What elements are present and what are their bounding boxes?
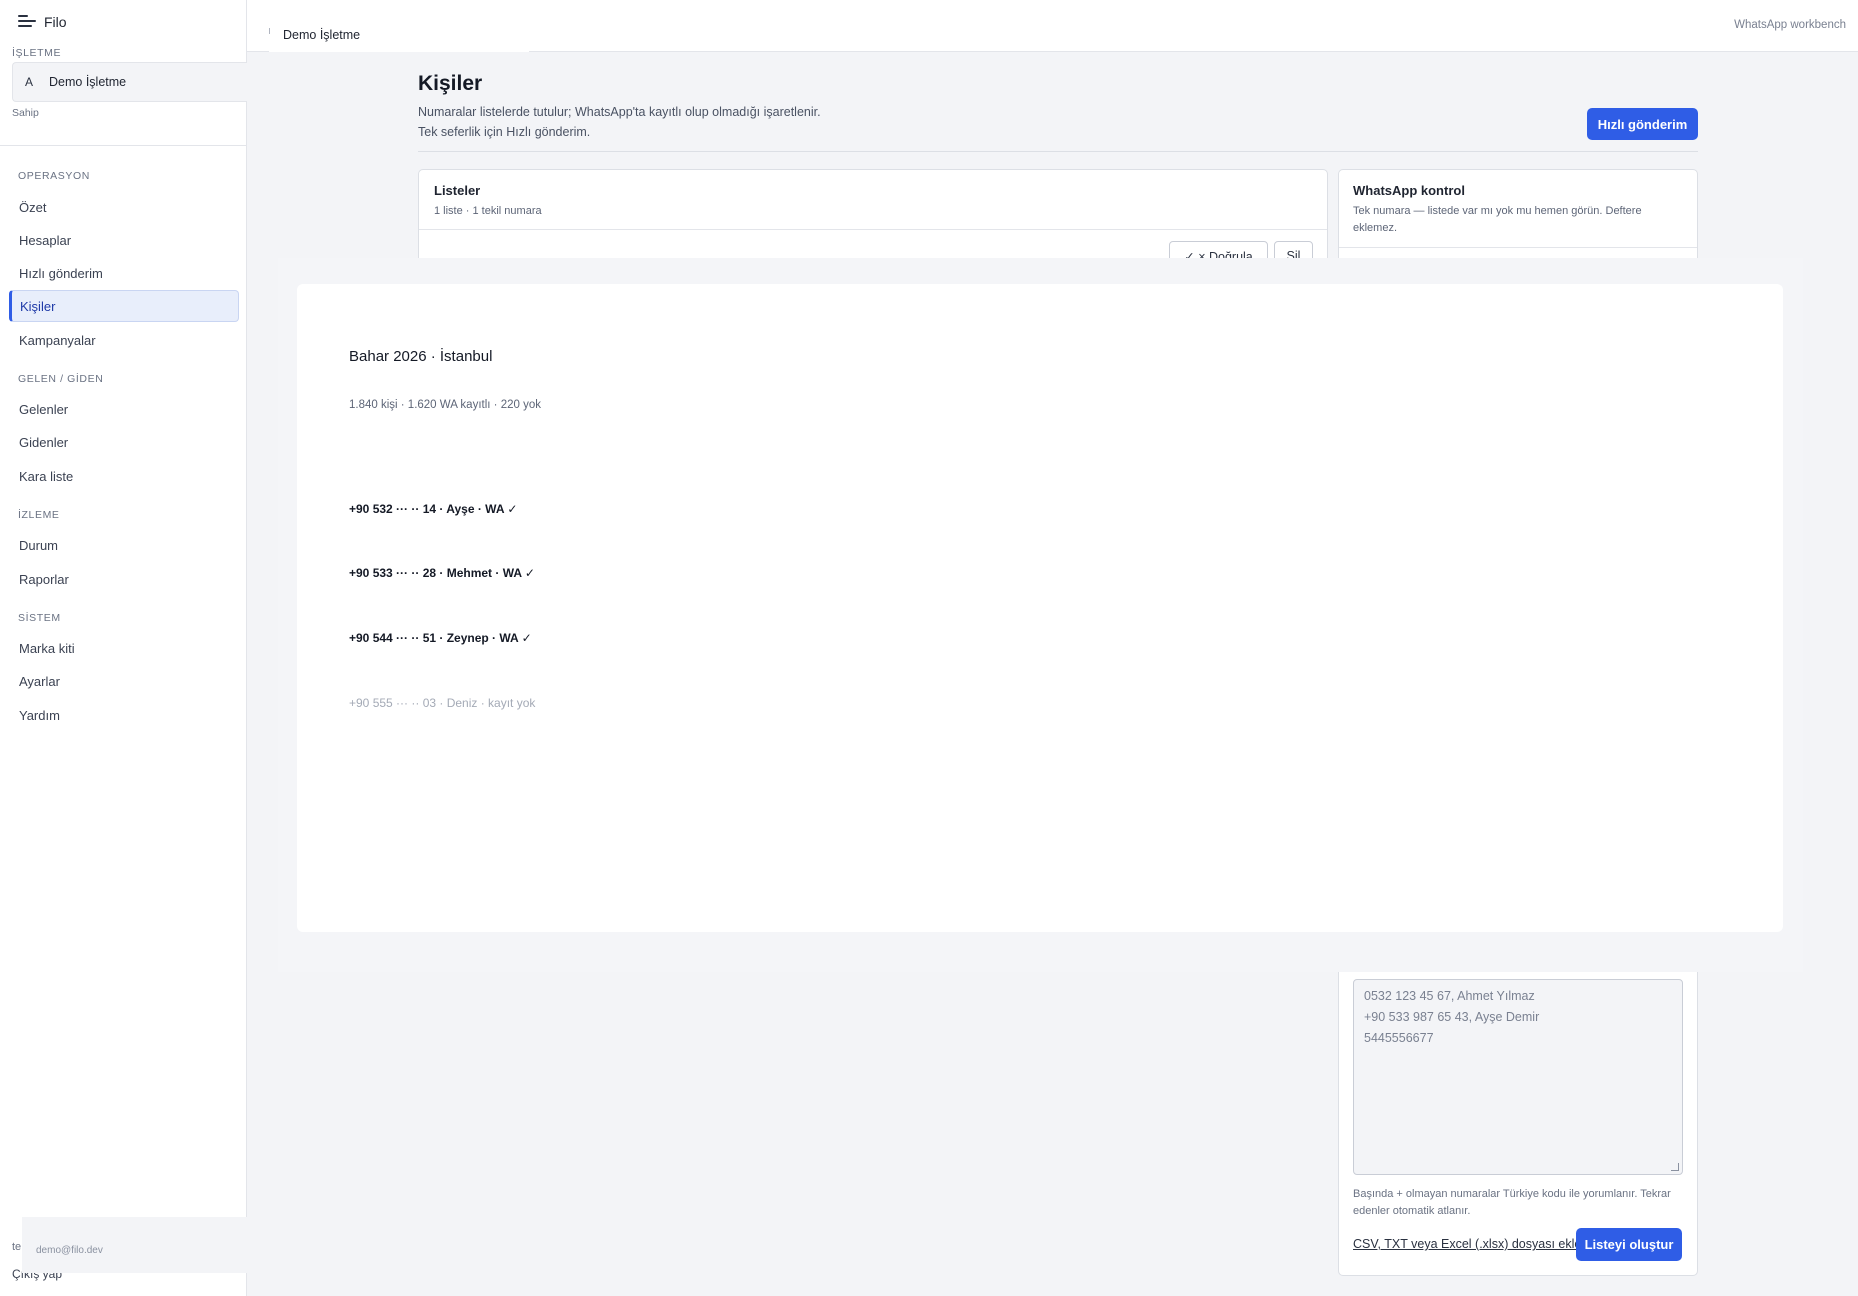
nav-group-operasyon: OPERASYON	[18, 170, 90, 182]
header-divider	[418, 151, 1698, 152]
brand-name: Filo	[44, 14, 67, 30]
tab-demo-isletme[interactable]: Demo İşletme	[269, 18, 529, 52]
resize-handle-icon[interactable]	[1671, 1163, 1679, 1171]
menu-icon[interactable]	[18, 15, 36, 29]
textarea-placeholder-line-2: +90 533 987 65 43, Ayşe Demir	[1364, 1010, 1540, 1024]
sidebar-item-hesaplar[interactable]: Hesaplar	[9, 224, 239, 256]
sidebar-item-kisiler[interactable]: Kişiler	[9, 290, 239, 322]
numbers-hint: Başında + olmayan numaralar Türkiye kodu…	[1353, 1188, 1671, 1217]
page-title: Kişiler	[418, 72, 483, 95]
sidebar-item-gelenler[interactable]: Gelenler	[9, 393, 239, 425]
contact-row: +90 544 ··· ·· 51 · Zeynep · WA ✓	[349, 631, 532, 645]
page-subtitle: Numaralar listelerde tutulur; WhatsApp't…	[418, 102, 938, 142]
brand[interactable]: Filo	[18, 14, 67, 30]
whatsapp-check-title: WhatsApp kontrol	[1353, 183, 1465, 198]
sidebar-item-raporlar[interactable]: Raporlar	[9, 563, 239, 595]
textarea-placeholder-line-1: 0532 123 45 67, Ahmet Yılmaz	[1364, 989, 1535, 1003]
sidebar-item-kampanyalar[interactable]: Kampanyalar	[9, 324, 239, 356]
sidebar: Filo İŞLETME A Demo İşletme Sahip OPERAS…	[0, 0, 247, 1296]
sidebar-item-gidenler[interactable]: Gidenler	[9, 426, 239, 458]
modal-stats: 1.840 kişi · 1.620 WA kayıtlı · 220 yok	[349, 399, 541, 411]
contact-row: +90 555 ··· ·· 03 · Deniz · kayıt yok	[349, 696, 536, 710]
business-switcher[interactable]: A Demo İşletme	[12, 62, 247, 102]
nav-group-gelen-giden: GELEN / GİDEN	[18, 373, 104, 385]
sidebar-item-durum[interactable]: Durum	[9, 529, 239, 561]
page-subtitle-line-2: Tek seferlik için Hızlı gönderim.	[418, 125, 591, 139]
sidebar-divider	[0, 145, 247, 146]
sidebar-item-ozet[interactable]: Özet	[9, 191, 239, 223]
numbers-textarea[interactable]: 0532 123 45 67, Ahmet Yılmaz +90 533 987…	[1353, 979, 1683, 1175]
lists-card-title: Listeler	[434, 183, 481, 198]
nav-group-sistem: SİSTEM	[18, 612, 61, 624]
textarea-placeholder-line-3: 5445556677	[1364, 1031, 1434, 1045]
nav-group-izleme: İZLEME	[18, 509, 60, 521]
sidebar-item-yardim[interactable]: Yardım	[9, 699, 239, 731]
user-prefix: te	[12, 1241, 22, 1253]
business-avatar: A	[25, 75, 34, 89]
create-list-button[interactable]: Listeyi oluştur	[1576, 1228, 1682, 1261]
lists-card-divider	[419, 229, 1327, 230]
business-name: Demo İşletme	[49, 75, 127, 89]
sidebar-item-marka-kiti[interactable]: Marka kiti	[9, 632, 239, 664]
list-detail-modal	[297, 284, 1783, 932]
whatsapp-check-meta: Tek numara — listede var mı yok mu hemen…	[1353, 205, 1642, 234]
user-email: demo@filo.dev	[36, 1245, 103, 1256]
modal-title: Bahar 2026 · İstanbul	[349, 348, 493, 365]
quick-send-button[interactable]: Hızlı gönderim	[1587, 108, 1698, 140]
page-subtitle-line-1: Numaralar listelerde tutulur; WhatsApp't…	[418, 105, 821, 119]
topbar: Demo İşletme WhatsApp workbench	[247, 0, 1858, 52]
whatsapp-check-divider	[1339, 247, 1697, 248]
business-role: Sahip	[12, 107, 39, 119]
contact-row: +90 533 ··· ·· 28 · Mehmet · WA ✓	[349, 566, 535, 580]
lists-card-meta: 1 liste · 1 tekil numara	[434, 205, 542, 217]
sidebar-item-ayarlar[interactable]: Ayarlar	[9, 665, 239, 697]
sidebar-item-kara-liste[interactable]: Kara liste	[9, 460, 239, 492]
file-upload-link[interactable]: CSV, TXT veya Excel (.xlsx) dosyası ekle	[1353, 1237, 1581, 1251]
sidebar-item-hizli-gonderim[interactable]: Hızlı gönderim	[9, 257, 239, 289]
contact-row: +90 532 ··· ·· 14 · Ayşe · WA ✓	[349, 502, 518, 516]
business-section-label: İŞLETME	[12, 47, 62, 59]
user-strip: demo@filo.dev	[22, 1217, 247, 1273]
workbench-label: WhatsApp workbench	[1734, 19, 1846, 31]
